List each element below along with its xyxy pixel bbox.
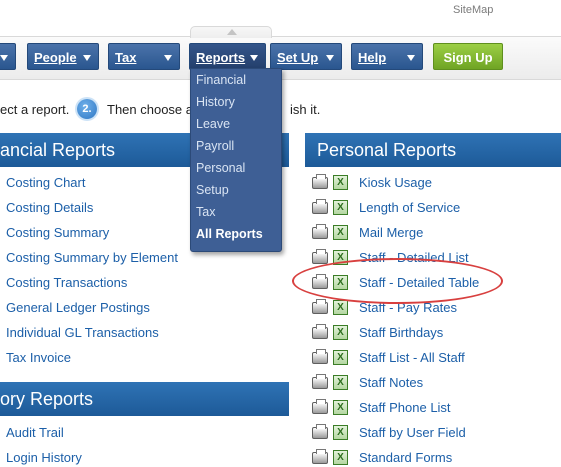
highlight-ellipse (292, 258, 503, 304)
nav-tab-notch (190, 26, 272, 38)
report-link-staff-list-all-staff[interactable]: Staff List - All Staff (359, 350, 465, 365)
step1-text: ect a report. (0, 102, 70, 117)
history-reports-header: ory Reports (0, 382, 289, 416)
nav-setup-label: Set Up (277, 50, 319, 65)
menu-item-payroll[interactable]: Payroll (196, 139, 234, 153)
financial-reports-title: ancial Reports (0, 140, 116, 160)
menu-item-financial[interactable]: Financial (196, 73, 246, 87)
report-link-costing-summary[interactable]: Costing Summary (6, 225, 109, 240)
report-icons: X (312, 424, 352, 442)
step2-tail-text: ish it. (290, 102, 321, 117)
nav-tax-label: Tax (115, 50, 137, 65)
report-icons: X (312, 174, 352, 192)
printer-icon[interactable] (312, 399, 328, 414)
excel-icon[interactable]: X (333, 400, 348, 415)
report-link-staff-phone-list[interactable]: Staff Phone List (359, 400, 451, 415)
up-arrow-icon (227, 29, 237, 35)
report-link-staff-birthdays[interactable]: Staff Birthdays (359, 325, 443, 340)
report-icons: X (312, 299, 352, 317)
nav-help-label: Help (358, 50, 387, 65)
report-link-length-of-service[interactable]: Length of Service (359, 200, 460, 215)
excel-icon[interactable]: X (333, 175, 348, 190)
chevron-down-icon (250, 55, 258, 61)
report-icons: X (312, 224, 352, 242)
report-icons: X (312, 399, 352, 417)
nav-setup-button[interactable]: Set Up (270, 43, 342, 70)
excel-icon[interactable]: X (333, 350, 348, 365)
printer-icon[interactable] (312, 199, 328, 214)
chevron-down-icon (326, 55, 334, 61)
report-icons: X (312, 449, 352, 467)
printer-icon[interactable] (312, 299, 328, 314)
nav-button-partial[interactable] (0, 43, 16, 70)
excel-icon[interactable]: X (333, 225, 348, 240)
menu-item-personal[interactable]: Personal (196, 161, 245, 175)
personal-reports-header: Personal Reports (305, 133, 561, 167)
chevron-down-icon (164, 55, 172, 61)
excel-icon[interactable]: X (333, 200, 348, 215)
menu-item-all-reports[interactable]: All Reports (196, 227, 263, 241)
nav-reports-label: Reports (196, 50, 246, 65)
report-link-costing-transactions[interactable]: Costing Transactions (6, 275, 127, 290)
report-icons: X (312, 199, 352, 217)
excel-icon[interactable]: X (333, 375, 348, 390)
report-link-costing-chart[interactable]: Costing Chart (6, 175, 85, 190)
printer-icon[interactable] (312, 374, 328, 389)
reports-dropdown-menu: Financial History Leave Payroll Personal… (190, 68, 282, 252)
nav-people-label: People (34, 50, 77, 65)
report-icons: X (312, 349, 352, 367)
printer-icon[interactable] (312, 424, 328, 439)
excel-icon[interactable]: X (333, 450, 348, 465)
nav-reports-button[interactable]: Reports (189, 43, 266, 70)
printer-icon[interactable] (312, 249, 328, 264)
menu-item-tax[interactable]: Tax (196, 205, 215, 219)
report-link-audit-trail[interactable]: Audit Trail (6, 425, 64, 440)
menu-item-setup[interactable]: Setup (196, 183, 229, 197)
report-link-costing-details[interactable]: Costing Details (6, 200, 93, 215)
menu-item-history[interactable]: History (196, 95, 235, 109)
step2-text: Then choose a (107, 102, 194, 117)
report-link-staff-notes[interactable]: Staff Notes (359, 375, 423, 390)
report-link-standard-forms[interactable]: Standard Forms (359, 450, 452, 465)
report-icons: X (312, 324, 352, 342)
chevron-down-icon (407, 55, 415, 61)
printer-icon[interactable] (312, 449, 328, 464)
printer-icon[interactable] (312, 324, 328, 339)
personal-reports-title: Personal Reports (317, 140, 457, 160)
report-link-kiosk-usage[interactable]: Kiosk Usage (359, 175, 432, 190)
step2-badge: 2. (77, 99, 97, 119)
signup-button[interactable]: Sign Up (433, 43, 503, 70)
chevron-down-icon (0, 55, 8, 61)
report-icons: X (312, 374, 352, 392)
report-link-individual-gl-transactions[interactable]: Individual GL Transactions (6, 325, 159, 340)
nav-tax-button[interactable]: Tax (108, 43, 180, 70)
printer-icon[interactable] (312, 174, 328, 189)
report-link-login-history[interactable]: Login History (6, 450, 82, 465)
sitemap-link[interactable]: SiteMap (453, 4, 493, 16)
printer-icon[interactable] (312, 349, 328, 364)
excel-icon[interactable]: X (333, 300, 348, 315)
report-link-staff-by-user-field[interactable]: Staff by User Field (359, 425, 466, 440)
chevron-down-icon (83, 55, 91, 61)
printer-icon[interactable] (312, 224, 328, 239)
excel-icon[interactable]: X (333, 425, 348, 440)
nav-people-button[interactable]: People (27, 43, 99, 70)
menu-item-leave[interactable]: Leave (196, 117, 230, 131)
report-link-mail-merge[interactable]: Mail Merge (359, 225, 423, 240)
history-reports-title: ory Reports (0, 389, 94, 409)
report-link-general-ledger-postings[interactable]: General Ledger Postings (6, 300, 150, 315)
nav-help-button[interactable]: Help (351, 43, 423, 70)
report-link-costing-summary-by-element[interactable]: Costing Summary by Element (6, 250, 178, 265)
excel-icon[interactable]: X (333, 325, 348, 340)
report-link-tax-invoice[interactable]: Tax Invoice (6, 350, 71, 365)
